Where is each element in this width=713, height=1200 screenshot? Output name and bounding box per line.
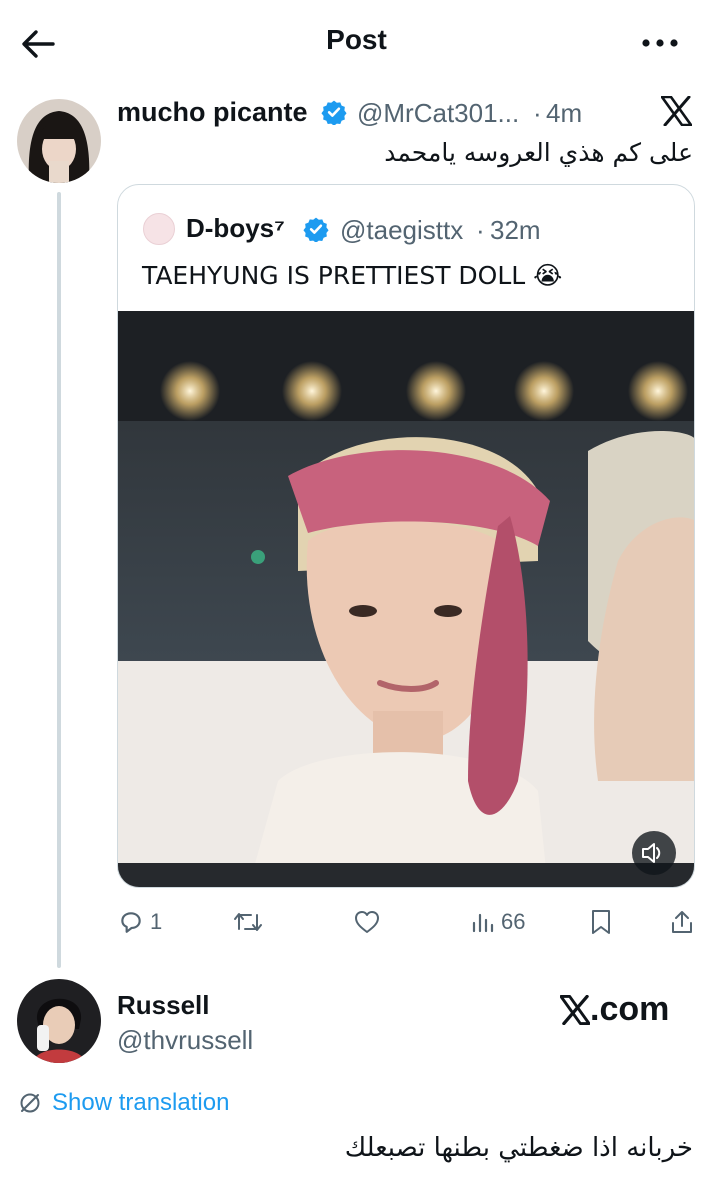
share-button[interactable] — [670, 905, 694, 939]
reply-count: 1 — [150, 909, 163, 934]
x-com-watermark: .com — [560, 990, 669, 1029]
more-dots-icon — [642, 39, 678, 47]
views-icon — [472, 913, 494, 933]
page-title: Post — [326, 24, 387, 55]
quoted-post-card[interactable]: D-boys⁷ @taegisttx · 32m TAEHYUNG IS PRE… — [117, 184, 695, 888]
reply-author-handle[interactable]: @thvrussell — [117, 1025, 253, 1056]
show-translation-button[interactable]: Show translation — [18, 1089, 229, 1117]
repost-button[interactable] — [233, 905, 269, 939]
reply-button[interactable]: 1 — [118, 905, 162, 939]
x-logo-icon — [560, 994, 590, 1025]
author-handle[interactable]: @MrCat301... — [357, 98, 519, 129]
mute-button[interactable] — [632, 831, 676, 875]
reply-author-name[interactable]: Russell — [117, 990, 210, 1021]
reply-author-avatar[interactable] — [17, 979, 101, 1063]
repost-icon — [234, 913, 262, 931]
more-button[interactable] — [640, 28, 680, 58]
verified-badge-icon — [321, 100, 347, 125]
verified-badge-icon — [303, 217, 329, 242]
share-icon — [672, 911, 692, 933]
bookmark-icon — [592, 910, 610, 934]
quoted-author-handle[interactable]: @taegisttx — [340, 215, 463, 246]
author-name[interactable]: mucho picante — [117, 97, 308, 128]
reply-text: خربانه اذا ضغطتي بطنها تصبعلك — [344, 1133, 693, 1163]
like-button[interactable] — [353, 905, 387, 939]
bookmark-button[interactable] — [590, 905, 612, 939]
quoted-author-avatar[interactable] — [143, 213, 175, 245]
quoted-video[interactable] — [118, 311, 694, 887]
separator-dot: · — [476, 215, 485, 245]
separator-dot: · — [533, 98, 542, 128]
views-count: 66 — [501, 909, 526, 934]
speaker-muted-icon — [642, 843, 661, 863]
post-time[interactable]: 4m — [546, 98, 582, 129]
translate-icon — [20, 1093, 40, 1113]
show-translation-label: Show translation — [52, 1089, 230, 1116]
views-button[interactable]: 66 — [471, 905, 525, 939]
thread-line — [57, 192, 61, 968]
author-avatar[interactable] — [17, 99, 101, 183]
reply-icon — [121, 912, 141, 933]
quoted-post-time[interactable]: 32m — [490, 215, 541, 246]
x-logo-icon — [661, 96, 692, 126]
quoted-post-text: TAEHYUNG IS PRETTIEST DOLL 😭 — [142, 261, 563, 290]
heart-icon — [355, 911, 379, 933]
quoted-author-name[interactable]: D-boys⁷ — [186, 213, 285, 244]
post-text: على كم هذي العروسه يامحمد — [384, 138, 693, 167]
top-bar: Post — [0, 0, 713, 86]
watermark-text: .com — [590, 990, 670, 1028]
